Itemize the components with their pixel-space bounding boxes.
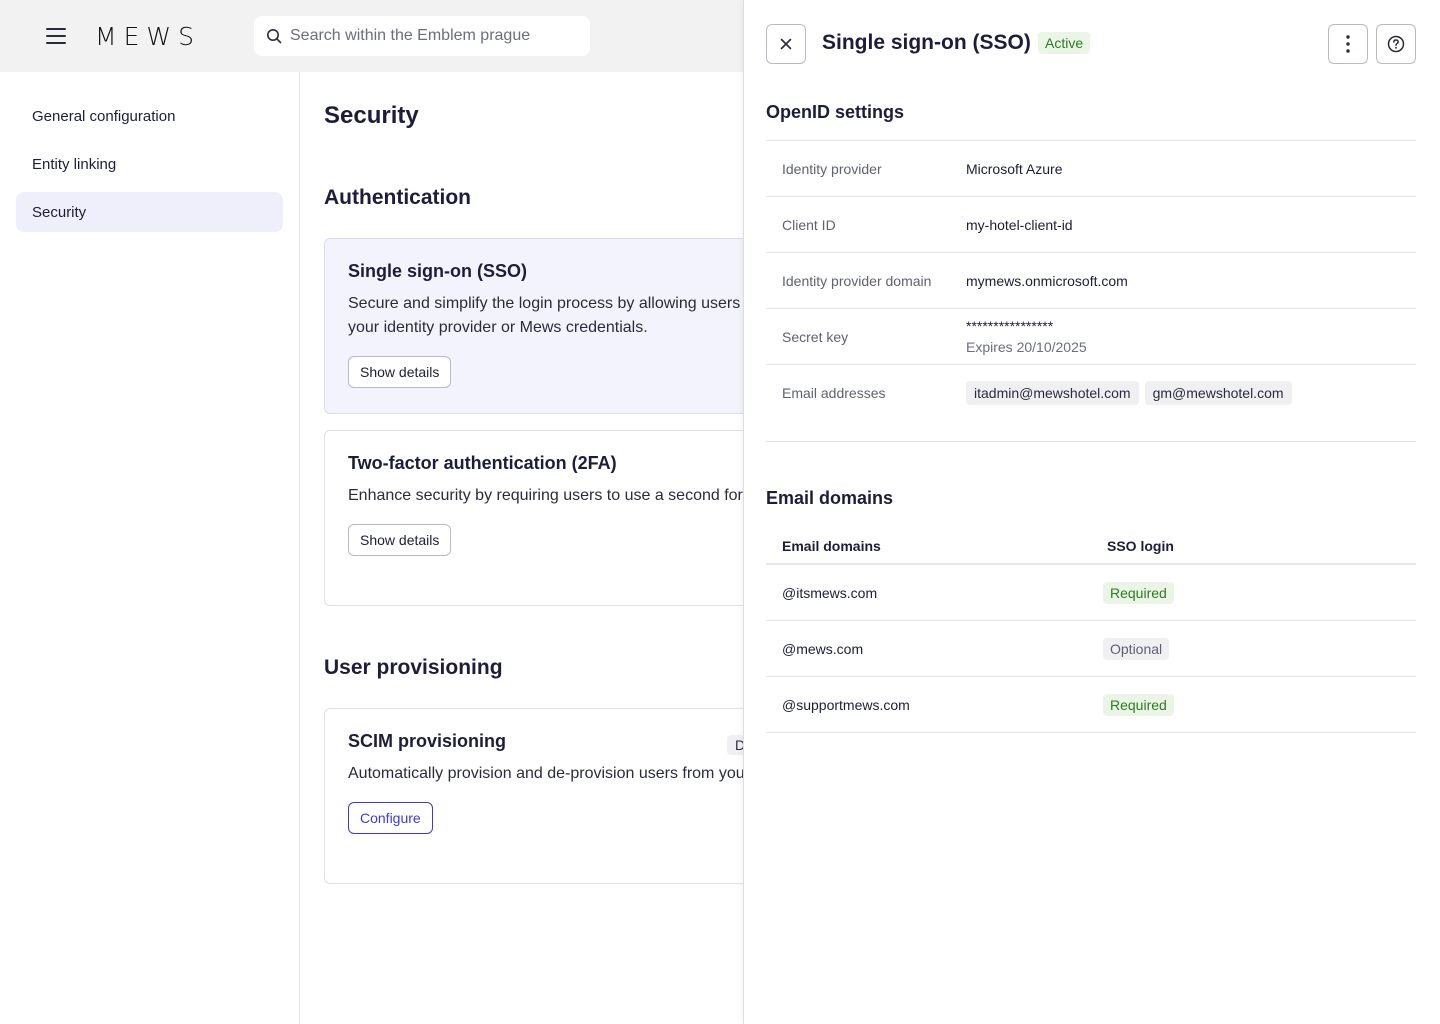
scim-status-badge: D <box>727 735 744 755</box>
sidebar-item-general-configuration[interactable]: General configuration <box>16 96 283 136</box>
client-id-row: Client ID my-hotel-client-id <box>766 196 1416 252</box>
table-row: @itsmews.com Required <box>766 565 1416 621</box>
search-box[interactable] <box>254 16 590 56</box>
main-content: Security Authentication Single sign-on (… <box>300 72 744 1024</box>
authentication-heading: Authentication <box>324 186 471 209</box>
app-logo[interactable]: MEWS <box>95 22 201 51</box>
email-domain-cell: @itsmews.com <box>782 584 878 601</box>
email-domain-cell: @mews.com <box>782 640 864 657</box>
help-icon <box>1387 35 1405 53</box>
menu-icon[interactable] <box>46 28 66 44</box>
sidebar: General configuration Entity linking Sec… <box>0 72 300 1024</box>
secret-key-label: Secret key <box>782 328 849 345</box>
email-addresses-value: itadmin@mewshotel.com gm@mewshotel.com <box>966 374 1298 405</box>
sso-login-badge: Required <box>1103 693 1174 716</box>
status-badge: Active <box>1038 32 1091 54</box>
email-addresses-row: Email addresses itadmin@mewshotel.com gm@… <box>766 364 1416 442</box>
sidebar-item-security[interactable]: Security <box>16 192 283 232</box>
email-chip: itadmin@mewshotel.com <box>966 381 1139 405</box>
email-domains-table: Email domains SSO login @itsmews.com Req… <box>766 528 1416 733</box>
sidebar-item-entity-linking[interactable]: Entity linking <box>16 144 283 184</box>
page-title: Security <box>324 102 419 129</box>
search-input[interactable] <box>290 27 580 45</box>
email-addresses-label: Email addresses <box>782 385 886 401</box>
secret-key-row: Secret key **************** Expires 20/1… <box>766 308 1416 364</box>
close-icon <box>780 38 792 50</box>
more-options-button[interactable] <box>1328 24 1368 64</box>
scim-card-description: Automatically provision and de-provision… <box>348 765 744 782</box>
help-button[interactable] <box>1376 24 1416 64</box>
scim-configure-button[interactable]: Configure <box>348 802 433 834</box>
top-bar: MEWS <box>0 0 744 72</box>
client-id-label: Client ID <box>782 216 836 233</box>
column-header-sso-login: SSO login <box>1107 537 1174 554</box>
search-icon <box>267 29 282 44</box>
identity-provider-value: Microsoft Azure <box>966 160 1063 177</box>
identity-provider-domain-value: mymews.onmicrosoft.com <box>966 272 1128 289</box>
identity-provider-label: Identity provider <box>782 160 882 177</box>
scim-card: SCIM provisioning D Automatically provis… <box>324 708 744 884</box>
sso-card-description: Secure and simplify the login process by… <box>348 295 744 336</box>
drawer-title: Single sign-on (SSO) <box>822 31 1031 54</box>
twofa-card: Two-factor authentication (2FA) Enhance … <box>324 430 744 606</box>
identity-provider-domain-label: Identity provider domain <box>782 272 932 289</box>
identity-provider-row: Identity provider Microsoft Azure <box>766 140 1416 196</box>
close-button[interactable] <box>766 24 806 64</box>
sso-login-badge: Required <box>1103 581 1174 604</box>
table-header: Email domains SSO login <box>766 528 1416 565</box>
email-domain-cell: @supportmews.com <box>782 696 910 713</box>
table-row: @supportmews.com Required <box>766 677 1416 733</box>
client-id-value: my-hotel-client-id <box>966 216 1073 233</box>
sso-login-badge: Optional <box>1103 637 1170 660</box>
user-provisioning-heading: User provisioning <box>324 656 503 679</box>
secret-key-value: **************** Expires 20/10/2025 <box>966 316 1087 358</box>
sso-show-details-button[interactable]: Show details <box>348 356 452 388</box>
column-header-email-domains: Email domains <box>782 537 881 554</box>
email-chip: gm@mewshotel.com <box>1144 381 1292 405</box>
more-vertical-icon <box>1346 35 1350 53</box>
identity-provider-domain-row: Identity provider domain mymews.onmicros… <box>766 252 1416 308</box>
scim-card-title: SCIM provisioning <box>348 731 507 751</box>
sso-card-title: Single sign-on (SSO) <box>348 261 527 281</box>
table-row: @mews.com Optional <box>766 621 1416 677</box>
openid-settings-heading: OpenID settings <box>766 102 905 122</box>
secret-key-expiry: Expires 20/10/2025 <box>966 338 1087 355</box>
twofa-show-details-button[interactable]: Show details <box>348 524 452 556</box>
sso-details-drawer: Single sign-on (SSO) Active OpenID setti… <box>743 0 1440 1024</box>
twofa-card-title: Two-factor authentication (2FA) <box>348 453 617 473</box>
sso-card: Single sign-on (SSO) Secure and simplify… <box>324 238 744 414</box>
twofa-card-description: Enhance security by requiring users to u… <box>348 487 744 504</box>
secret-key-masked: **************** <box>966 317 1054 334</box>
email-domains-heading: Email domains <box>766 488 894 508</box>
openid-settings-list: Identity provider Microsoft Azure Client… <box>766 140 1416 442</box>
